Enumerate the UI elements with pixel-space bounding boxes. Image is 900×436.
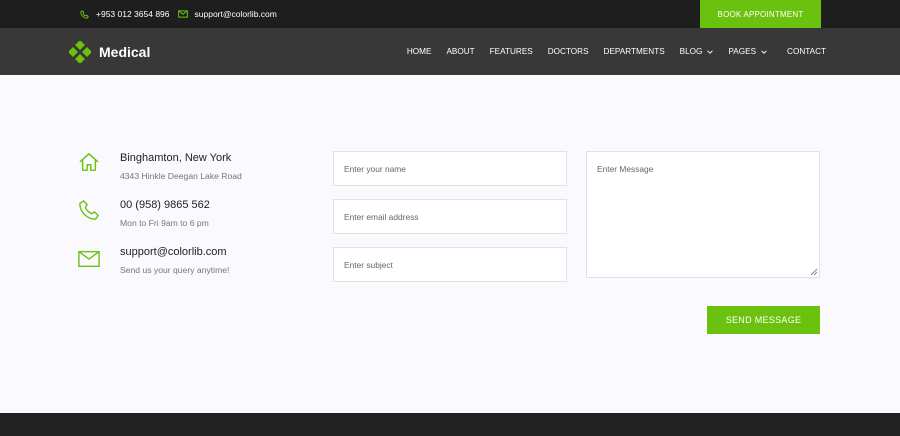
- navbar: Medical HOME ABOUT FEATURES DOCTORS DEPA…: [0, 28, 900, 75]
- top-contact: +953 012 3654 896 support@colorlib.com: [80, 0, 285, 28]
- name-input[interactable]: [333, 151, 567, 186]
- logo[interactable]: Medical: [69, 41, 150, 63]
- top-phone[interactable]: +953 012 3654 896: [80, 9, 170, 19]
- nav-about-label: ABOUT: [446, 47, 475, 56]
- email-title: support@colorlib.com: [120, 246, 227, 258]
- nav-doctors[interactable]: DOCTORS: [548, 47, 589, 56]
- phone-title: 00 (958) 9865 562: [120, 199, 210, 211]
- home-icon: [79, 153, 99, 171]
- top-email-text: support@colorlib.com: [194, 9, 277, 19]
- address-title: Binghamton, New York: [120, 152, 232, 164]
- nav-about[interactable]: ABOUT: [446, 47, 474, 56]
- nav-departments[interactable]: DEPARTMENTS: [604, 47, 665, 56]
- chevron-down-icon: [761, 49, 767, 54]
- nav-blog[interactable]: BLOG: [680, 47, 714, 56]
- nav-contact-label: CONTACT: [787, 47, 826, 56]
- email-input[interactable]: [333, 199, 567, 234]
- top-phone-text: +953 012 3654 896: [96, 9, 170, 19]
- subject-input[interactable]: [333, 247, 567, 282]
- nav-contact[interactable]: CONTACT: [787, 47, 826, 56]
- message-textarea[interactable]: [586, 151, 820, 278]
- send-message-button[interactable]: SEND MESSAGE: [707, 306, 820, 334]
- phone-sub: Mon to Fri 9am to 6 pm: [120, 218, 209, 228]
- top-bar: +953 012 3654 896 support@colorlib.com B…: [0, 0, 900, 28]
- nav-departments-label: DEPARTMENTS: [603, 47, 665, 56]
- resize-grip-icon[interactable]: [810, 268, 818, 276]
- envelope-icon: [177, 10, 188, 18]
- nav-pages-label: PAGES: [728, 47, 757, 56]
- brand-name: Medical: [99, 44, 151, 60]
- phone-icon: [80, 9, 89, 19]
- nav-home-label: HOME: [406, 47, 432, 56]
- email-sub: Send us your query anytime!: [120, 265, 230, 275]
- nav-features[interactable]: FEATURES: [490, 47, 533, 56]
- nav-features-label: FEATURES: [489, 47, 533, 56]
- address-sub: 4343 Hinkle Deegan Lake Road: [120, 171, 242, 181]
- nav-doctors-label: DOCTORS: [547, 47, 589, 56]
- nav-pages[interactable]: PAGES: [728, 47, 767, 56]
- main-menu: HOME ABOUT FEATURES DOCTORS DEPARTMENTS …: [392, 28, 826, 75]
- nav-home[interactable]: HOME: [407, 47, 432, 56]
- chevron-down-icon: [707, 49, 714, 54]
- nav-blog-label: BLOG: [679, 47, 703, 56]
- phone-icon: [79, 200, 99, 220]
- footer: [0, 413, 900, 436]
- envelope-icon: [78, 250, 100, 268]
- top-email[interactable]: support@colorlib.com: [177, 9, 277, 19]
- logo-icon: [69, 41, 91, 63]
- book-appointment-button[interactable]: BOOK APPOINTMENT: [700, 0, 821, 28]
